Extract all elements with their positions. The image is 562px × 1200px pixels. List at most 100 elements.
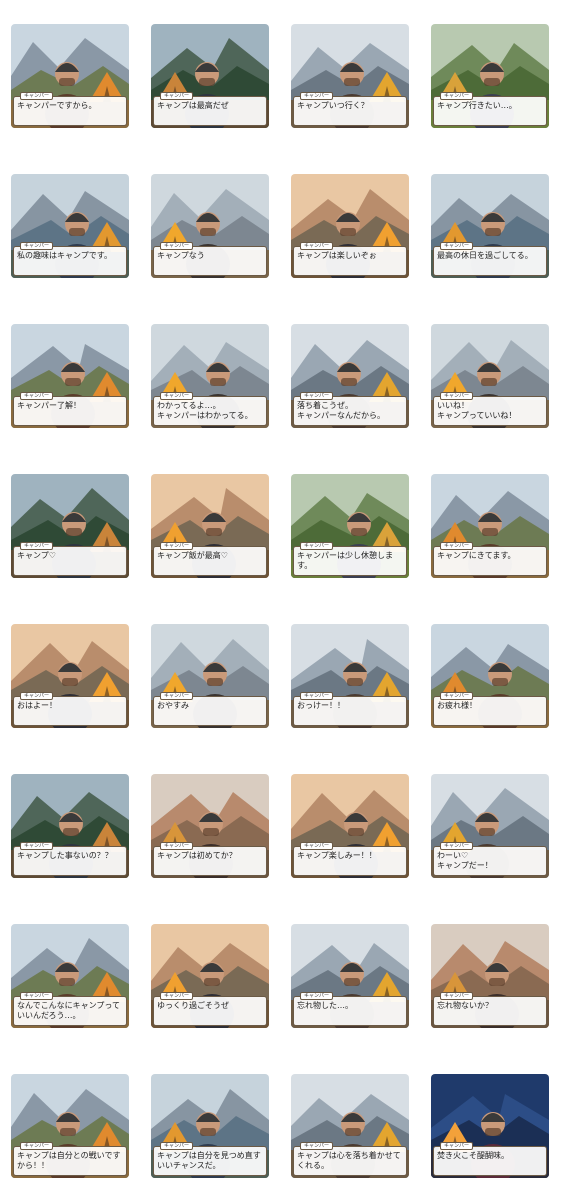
caption-panel: キャンパー 焚き火こそ醍醐味。 <box>433 1142 547 1176</box>
speaker-name-tag: キャンパー <box>20 242 54 250</box>
sticker-caption: キャンプなう <box>157 251 205 260</box>
speaker-name-tag: キャンパー <box>160 542 194 550</box>
sticker-caption: キャンパー了解！ <box>17 401 81 410</box>
sticker-card[interactable]: キャンパー キャンパー了解！ <box>11 324 129 428</box>
speaker-name-tag: キャンパー <box>160 92 194 100</box>
sticker-card[interactable]: キャンパー ゆっくり過ごそうぜ <box>151 924 269 1028</box>
sticker-card[interactable]: キャンパー キャンプ行きたい…。 <box>431 24 549 128</box>
sticker-card[interactable]: キャンパー わーい♡ キャンプだー！ <box>431 774 549 878</box>
sticker-card[interactable]: キャンパー キャンプ♡ <box>11 474 129 578</box>
caption-panel: キャンパー ゆっくり過ごそうぜ <box>153 992 267 1026</box>
sticker-caption: 焚き火こそ醍醐味。 <box>437 1151 509 1160</box>
sticker-card[interactable]: キャンパー キャンプなう <box>151 174 269 278</box>
caption-panel: キャンパー キャンパーは少し休憩します。 <box>293 542 407 576</box>
sticker-card[interactable]: キャンパー おはよー！ <box>11 624 129 728</box>
sticker-grid: キャンパー キャンパーですから。 キャンパー キャンプは最高だぜ キャンパー キャンプいつ… <box>0 0 562 1200</box>
speaker-name-tag: キャンパー <box>300 92 334 100</box>
sticker-card[interactable]: キャンパー おっけー！！ <box>291 624 409 728</box>
sticker-card[interactable]: キャンパー キャンプは初めてか？ <box>151 774 269 878</box>
sticker-card[interactable]: キャンパー なんでこんなにキャンプっていいんだろう…。 <box>11 924 129 1028</box>
caption-panel: キャンパー わーい♡ キャンプだー！ <box>433 842 547 876</box>
caption-panel: キャンパー キャンプ行きたい…。 <box>433 92 547 126</box>
caption-panel: キャンパー キャンプは心を落ち着かせてくれる。 <box>293 1142 407 1176</box>
caption-panel: キャンパー キャンプは自分との戦いですから！！ <box>13 1142 127 1176</box>
speaker-name-tag: キャンパー <box>440 992 474 1000</box>
sticker-card[interactable]: キャンパー キャンプは自分との戦いですから！！ <box>11 1074 129 1178</box>
sticker-card[interactable]: キャンパー 私の趣味はキャンプです。 <box>11 174 129 278</box>
caption-panel: キャンパー お疲れ様！ <box>433 692 547 726</box>
sticker-card[interactable]: キャンパー キャンプは楽しいぞぉ <box>291 174 409 278</box>
caption-panel: キャンパー キャンパーですから。 <box>13 92 127 126</box>
sticker-caption: 落ち着こうぜ。 キャンパーなんだから。 <box>297 401 385 420</box>
caption-panel: キャンパー 私の趣味はキャンプです。 <box>13 242 127 276</box>
speaker-name-tag: キャンパー <box>440 92 474 100</box>
caption-panel: キャンパー キャンプ♡ <box>13 542 127 576</box>
speaker-name-tag: キャンパー <box>160 842 194 850</box>
caption-panel: キャンパー キャンプいつ行く？ <box>293 92 407 126</box>
speaker-name-tag: キャンパー <box>440 692 474 700</box>
sticker-caption: おっけー！！ <box>297 701 345 710</box>
speaker-name-tag: キャンパー <box>300 392 334 400</box>
sticker-card[interactable]: キャンパー キャンプ楽しみー！！ <box>291 774 409 878</box>
sticker-card[interactable]: キャンパー キャンプは自分を見つめ直すいいチャンスだ。 <box>151 1074 269 1178</box>
sticker-caption: キャンプは楽しいぞぉ <box>297 251 377 260</box>
sticker-card[interactable]: キャンパー 忘れ物ないか？ <box>431 924 549 1028</box>
speaker-name-tag: キャンパー <box>300 542 334 550</box>
sticker-card[interactable]: キャンパー 落ち着こうぜ。 キャンパーなんだから。 <box>291 324 409 428</box>
sticker-card[interactable]: キャンパー キャンプいつ行く？ <box>291 24 409 128</box>
sticker-caption: 忘れ物した…。 <box>297 1001 353 1010</box>
caption-panel: キャンパー わかってるよ…。 キャンパーはわかってる。 <box>153 392 267 426</box>
sticker-card[interactable]: キャンパー お疲れ様！ <box>431 624 549 728</box>
caption-panel: キャンパー 最高の休日を過ごしてる。 <box>433 242 547 276</box>
caption-panel: キャンパー キャンプは自分を見つめ直すいいチャンスだ。 <box>153 1142 267 1176</box>
sticker-card[interactable]: キャンパー キャンプした事ないの？？ <box>11 774 129 878</box>
sticker-card[interactable]: キャンパー 焚き火こそ醍醐味。 <box>431 1074 549 1178</box>
speaker-name-tag: キャンパー <box>440 542 474 550</box>
caption-panel: キャンパー キャンプ楽しみー！！ <box>293 842 407 876</box>
sticker-card[interactable]: キャンパー キャンパーですから。 <box>11 24 129 128</box>
sticker-card[interactable]: キャンパー キャンプは最高だぜ <box>151 24 269 128</box>
sticker-caption: わーい♡ キャンプだー！ <box>437 851 493 870</box>
sticker-caption: キャンプは最高だぜ <box>157 101 229 110</box>
sticker-card[interactable]: キャンパー キャンプ飯が最高♡ <box>151 474 269 578</box>
speaker-name-tag: キャンパー <box>20 692 54 700</box>
sticker-card[interactable]: キャンパー 忘れ物した…。 <box>291 924 409 1028</box>
sticker-caption: キャンパーは少し休憩します。 <box>297 551 393 570</box>
sticker-caption: キャンプいつ行く？ <box>297 101 369 110</box>
caption-panel: キャンパー キャンプにきてます。 <box>433 542 547 576</box>
sticker-card[interactable]: キャンパー おやすみ <box>151 624 269 728</box>
speaker-name-tag: キャンパー <box>440 1142 474 1150</box>
caption-panel: キャンパー キャンプなう <box>153 242 267 276</box>
sticker-caption: キャンプ♡ <box>17 551 56 560</box>
sticker-caption: お疲れ様！ <box>437 701 477 710</box>
sticker-caption: おやすみ <box>157 701 189 710</box>
sticker-caption: キャンプにきてます。 <box>437 551 516 560</box>
sticker-caption: 忘れ物ないか？ <box>437 1001 493 1010</box>
caption-panel: キャンパー 忘れ物ないか？ <box>433 992 547 1026</box>
speaker-name-tag: キャンパー <box>20 992 54 1000</box>
sticker-card[interactable]: キャンパー キャンプは心を落ち着かせてくれる。 <box>291 1074 409 1178</box>
sticker-card[interactable]: キャンパー キャンパーは少し休憩します。 <box>291 474 409 578</box>
caption-panel: キャンパー 落ち着こうぜ。 キャンパーなんだから。 <box>293 392 407 426</box>
speaker-name-tag: キャンパー <box>20 842 54 850</box>
caption-panel: キャンパー おはよー！ <box>13 692 127 726</box>
sticker-card[interactable]: キャンパー キャンプにきてます。 <box>431 474 549 578</box>
caption-panel: キャンパー なんでこんなにキャンプっていいんだろう…。 <box>13 992 127 1026</box>
caption-panel: キャンパー キャンプ飯が最高♡ <box>153 542 267 576</box>
sticker-caption: キャンプ楽しみー！！ <box>297 851 377 860</box>
speaker-name-tag: キャンパー <box>300 692 334 700</box>
caption-panel: キャンパー いいね！ キャンプっていいね！ <box>433 392 547 426</box>
speaker-name-tag: キャンパー <box>300 242 334 250</box>
speaker-name-tag: キャンパー <box>300 842 334 850</box>
sticker-caption: 私の趣味はキャンプです。 <box>17 251 112 260</box>
caption-panel: キャンパー おっけー！！ <box>293 692 407 726</box>
speaker-name-tag: キャンパー <box>20 542 54 550</box>
sticker-card[interactable]: キャンパー わかってるよ…。 キャンパーはわかってる。 <box>151 324 269 428</box>
sticker-card[interactable]: キャンパー 最高の休日を過ごしてる。 <box>431 174 549 278</box>
speaker-name-tag: キャンパー <box>160 692 194 700</box>
sticker-caption: キャンパーですから。 <box>17 101 97 110</box>
sticker-card[interactable]: キャンパー いいね！ キャンプっていいね！ <box>431 324 549 428</box>
sticker-caption: キャンプ飯が最高♡ <box>157 551 228 560</box>
sticker-caption: なんでこんなにキャンプっていいんだろう…。 <box>17 1001 120 1020</box>
sticker-caption: キャンプは心を落ち着かせてくれる。 <box>297 1151 401 1170</box>
